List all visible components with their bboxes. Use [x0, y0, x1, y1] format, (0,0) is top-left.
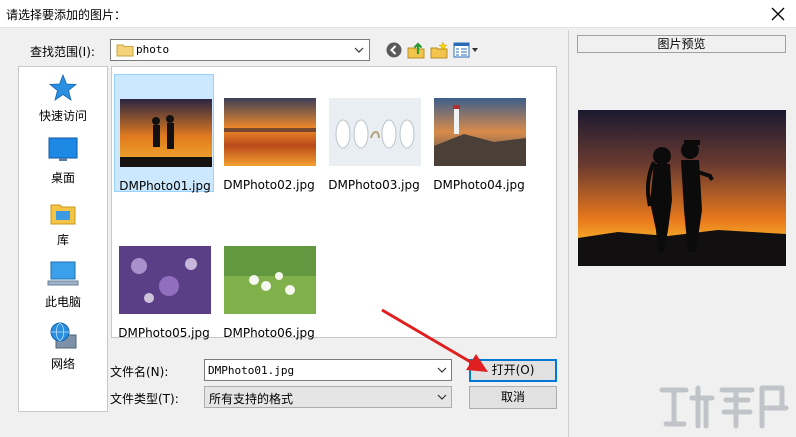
new-folder-icon[interactable] — [429, 40, 449, 60]
cancel-button[interactable]: 取消 — [469, 386, 557, 409]
desktop-icon — [48, 137, 78, 161]
place-library[interactable]: 库 — [19, 197, 107, 248]
chevron-down-icon — [437, 394, 447, 400]
filename-label: 文件名(N): — [110, 365, 169, 379]
place-quick-access[interactable]: 快速访问 — [19, 73, 107, 124]
preview-label: 图片预览 — [577, 35, 786, 53]
places-sidebar: 快速访问 桌面 库 此电脑 网络 — [18, 66, 108, 412]
filetype-value: 所有支持的格式 — [209, 392, 294, 406]
file-thumbnail — [119, 246, 211, 314]
file-list[interactable]: DMPhoto01.jpg DMPhoto02.jpg DMPhoto03.jp… — [111, 66, 557, 340]
file-thumbnail — [329, 98, 421, 166]
look-in-value: photo — [136, 43, 170, 56]
place-network[interactable]: 网络 — [19, 321, 107, 372]
file-name: DMPhoto04.jpg — [433, 178, 525, 192]
file-item[interactable]: DMPhoto02.jpg — [219, 74, 319, 192]
file-name: DMPhoto01.jpg — [119, 179, 211, 193]
file-item[interactable]: DMPhoto03.jpg — [324, 74, 424, 192]
folder-icon — [116, 44, 134, 57]
place-label: 库 — [56, 233, 69, 247]
filename-value: DMPhoto01.jpg — [208, 364, 295, 377]
star-icon — [48, 73, 78, 101]
file-item[interactable]: DMPhoto05.jpg — [114, 222, 214, 340]
place-label: 快速访问 — [38, 109, 87, 123]
file-thumbnail — [434, 98, 526, 166]
close-icon — [771, 7, 785, 21]
place-label: 网络 — [50, 357, 75, 371]
look-in-combo[interactable]: photo — [110, 39, 370, 61]
view-menu-icon[interactable] — [452, 40, 480, 60]
file-thumbnail — [224, 246, 316, 314]
file-name: DMPhoto06.jpg — [223, 326, 315, 340]
filetype-select[interactable]: 所有支持的格式 — [204, 386, 452, 408]
library-icon — [50, 204, 76, 225]
chevron-down-icon — [354, 47, 364, 53]
place-desktop[interactable]: 桌面 — [19, 135, 107, 186]
back-button-icon[interactable] — [384, 40, 404, 60]
file-name: DMPhoto03.jpg — [328, 178, 420, 192]
annotation-arrow — [381, 308, 488, 372]
file-name: DMPhoto02.jpg — [223, 178, 315, 192]
look-in-label: 查找范围(I): — [30, 45, 95, 59]
file-thumbnail — [120, 99, 212, 167]
filetype-label: 文件类型(T): — [110, 392, 179, 406]
close-button[interactable] — [760, 0, 796, 28]
place-label: 此电脑 — [44, 295, 81, 309]
computer-icon — [47, 261, 79, 286]
network-icon — [50, 322, 77, 349]
site-logo-watermark — [659, 385, 789, 429]
file-item[interactable]: DMPhoto04.jpg — [429, 74, 529, 192]
preview-image — [578, 110, 786, 266]
place-label: 桌面 — [50, 171, 75, 185]
file-thumbnail — [224, 98, 316, 166]
file-item[interactable]: DMPhoto01.jpg — [114, 74, 214, 193]
window-title: 请选择要添加的图片： — [6, 8, 127, 22]
title-bar: 请选择要添加的图片： — [0, 0, 796, 28]
file-name: DMPhoto05.jpg — [118, 326, 210, 340]
file-item[interactable]: DMPhoto06.jpg — [219, 222, 319, 340]
up-folder-icon[interactable] — [406, 40, 426, 60]
place-this-pc[interactable]: 此电脑 — [19, 259, 107, 310]
